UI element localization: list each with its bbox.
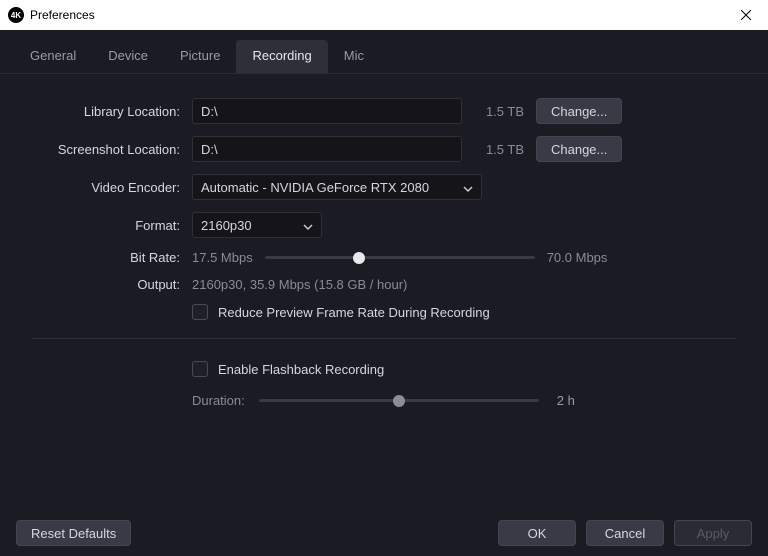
reduce-preview-checkbox[interactable] [192,304,208,320]
window-title: Preferences [30,8,723,22]
chevron-down-icon [303,220,313,230]
screenshot-location-input[interactable] [192,136,462,162]
library-location-input[interactable] [192,98,462,124]
window-body: General Device Picture Recording Mic Lib… [0,30,768,556]
encoder-row: Video Encoder: Automatic - NVIDIA GeForc… [32,174,736,200]
format-row: Format: 2160p30 [32,212,736,238]
output-row: Output: 2160p30, 35.9 Mbps (15.8 GB / ho… [32,277,736,292]
recording-panel: Library Location: 1.5 TB Change... Scree… [0,74,768,408]
flashback-section: Enable Flashback Recording Duration: 2 h [32,361,736,408]
reduce-preview-label: Reduce Preview Frame Rate During Recordi… [218,305,490,320]
format-select[interactable]: 2160p30 [192,212,322,238]
slider-track [265,256,535,259]
screenshot-location-label: Screenshot Location: [32,142,192,157]
tab-picture[interactable]: Picture [164,40,236,73]
bitrate-label: Bit Rate: [32,250,192,265]
reduce-preview-row: Reduce Preview Frame Rate During Recordi… [32,304,736,320]
close-button[interactable] [723,0,768,30]
flashback-enable-row: Enable Flashback Recording [192,361,736,377]
footer: Reset Defaults OK Cancel Apply [0,510,768,556]
app-icon: 4K [8,7,24,23]
screenshot-location-row: Screenshot Location: 1.5 TB Change... [32,136,736,162]
tab-general[interactable]: General [14,40,92,73]
close-icon [741,10,751,20]
cancel-button[interactable]: Cancel [586,520,664,546]
tab-bar: General Device Picture Recording Mic [0,30,768,74]
slider-thumb[interactable] [393,395,405,407]
flashback-duration-slider[interactable] [259,394,539,408]
chevron-down-icon [463,182,473,192]
flashback-enable-label: Enable Flashback Recording [218,362,384,377]
bitrate-row: Bit Rate: 17.5 Mbps 70.0 Mbps [32,250,736,265]
flashback-duration-max: 2 h [557,393,575,408]
section-divider [32,338,736,339]
flashback-duration-label: Duration: [192,393,245,408]
reset-defaults-button[interactable]: Reset Defaults [16,520,131,546]
ok-button[interactable]: OK [498,520,576,546]
titlebar: 4K Preferences [0,0,768,30]
screenshot-change-button[interactable]: Change... [536,136,622,162]
library-size-text: 1.5 TB [474,104,524,119]
bitrate-min-text: 17.5 Mbps [192,250,253,265]
format-label: Format: [32,218,192,233]
format-value: 2160p30 [201,218,252,233]
library-change-button[interactable]: Change... [536,98,622,124]
screenshot-size-text: 1.5 TB [474,142,524,157]
tab-recording[interactable]: Recording [236,40,327,73]
tab-device[interactable]: Device [92,40,164,73]
bitrate-slider[interactable] [265,251,535,265]
flashback-enable-checkbox[interactable] [192,361,208,377]
library-location-label: Library Location: [32,104,192,119]
slider-thumb[interactable] [353,252,365,264]
encoder-select[interactable]: Automatic - NVIDIA GeForce RTX 2080 [192,174,482,200]
apply-button[interactable]: Apply [674,520,752,546]
flashback-duration-row: Duration: 2 h [192,393,736,408]
output-value: 2160p30, 35.9 Mbps (15.8 GB / hour) [192,277,407,292]
output-label: Output: [32,277,192,292]
encoder-value: Automatic - NVIDIA GeForce RTX 2080 [201,180,429,195]
bitrate-max-text: 70.0 Mbps [547,250,608,265]
library-location-row: Library Location: 1.5 TB Change... [32,98,736,124]
encoder-label: Video Encoder: [32,180,192,195]
tab-mic[interactable]: Mic [328,40,380,73]
